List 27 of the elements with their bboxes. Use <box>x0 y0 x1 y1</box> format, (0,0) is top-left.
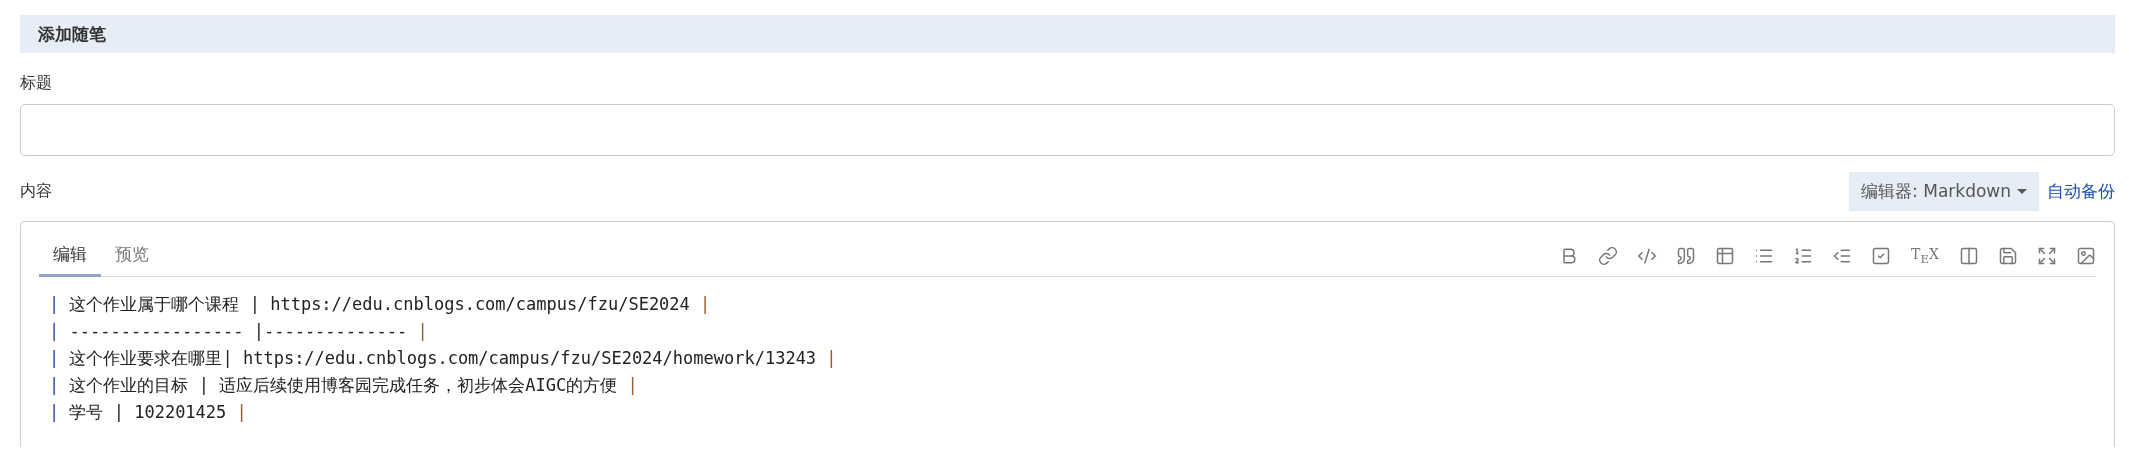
fullscreen-icon[interactable] <box>2037 246 2057 266</box>
editor-line: | 这个作业属于哪个课程 | https://edu.cnblogs.com/campus/fzu/SE2024 | <box>49 293 712 316</box>
title-input[interactable] <box>20 104 2115 156</box>
section-title: 添加随笔 <box>20 15 2115 53</box>
checkbox-icon[interactable] <box>1871 246 1891 266</box>
save-icon[interactable] <box>1998 246 2018 266</box>
editor-tab[interactable]: 预览 <box>101 243 163 277</box>
tex-button[interactable]: T$_{E}$X <box>1910 246 1940 266</box>
editor-line: | ----------------- |-------------- | <box>49 320 429 343</box>
numbered-list-icon[interactable] <box>1793 246 1813 266</box>
columns-icon[interactable] <box>1959 246 1979 266</box>
editor-line: | 这个作业的目标 | 适应后续使用博客园完成任务，初步体会AIGC的方便 | <box>49 374 639 397</box>
editor-line: | 学号 | 102201425 | <box>49 401 248 424</box>
autosave-link[interactable]: 自动备份 <box>2047 180 2115 203</box>
field-label: 内容 <box>20 181 52 202</box>
indent-icon[interactable] <box>1832 246 1852 266</box>
editor-select[interactable]: 编辑器: Markdown <box>1849 172 2039 211</box>
link-icon[interactable] <box>1598 246 1618 266</box>
image-icon[interactable] <box>2076 246 2096 266</box>
caret-icon <box>2017 189 2027 194</box>
editor-tab[interactable]: 编辑 <box>39 243 101 277</box>
bullet-list-icon[interactable] <box>1754 246 1774 266</box>
code-icon[interactable] <box>1637 246 1657 266</box>
table-icon[interactable] <box>1715 246 1735 266</box>
editor-line: | 这个作业要求在哪里| https://edu.cnblogs.com/campus/fzu/SE2024/homework/13243 | <box>49 347 838 370</box>
quote-icon[interactable] <box>1676 246 1696 266</box>
field-label: 标题 <box>20 73 53 94</box>
